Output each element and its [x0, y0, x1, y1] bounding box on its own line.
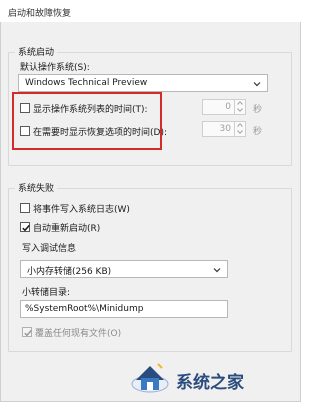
chevron-down-icon: [213, 268, 221, 273]
spin-up-icon[interactable]: [236, 122, 244, 128]
overwrite-label: 覆盖任何现有文件(O): [35, 329, 122, 339]
spin-down-icon[interactable]: [236, 107, 244, 113]
system-failure-legend: 系统失败: [15, 181, 58, 194]
overwrite-checkbox[interactable]: [22, 327, 32, 337]
show-os-list-seconds-value: 0: [225, 102, 231, 112]
debug-info-select[interactable]: 小内存转储(256 KB): [20, 260, 228, 278]
default-os-label: 默认操作系统(S):: [20, 63, 90, 73]
watermark-logo: 系统之家: [128, 356, 298, 400]
auto-restart-checkbox[interactable]: [20, 222, 30, 232]
spinner-buttons: [234, 122, 245, 136]
debug-info-value: 小内存转储(256 KB): [27, 267, 112, 277]
show-os-list-seconds-spinner[interactable]: 0: [202, 99, 246, 115]
chevron-down-icon: [253, 82, 261, 87]
show-recovery-seconds-value: 30: [219, 124, 231, 134]
checkmark-icon: [22, 224, 30, 232]
watermark-text: 系统之家: [176, 373, 244, 393]
title-bar: 启动和故障恢复: [0, 0, 300, 23]
house-logo-icon: [131, 363, 169, 393]
window-title: 启动和故障恢复: [8, 9, 72, 19]
default-os-select[interactable]: Windows Technical Preview: [18, 74, 268, 92]
show-os-list-seconds-unit: 秒: [253, 105, 263, 115]
write-event-label: 将事件写入系统日志(W): [33, 205, 130, 215]
default-os-value: Windows Technical Preview: [25, 78, 148, 88]
spin-up-icon[interactable]: [236, 100, 244, 106]
spinner-buttons: [234, 100, 245, 114]
auto-restart-label: 自动重新启动(R): [33, 224, 101, 234]
dump-dir-label: 小转储目录:: [22, 288, 71, 298]
write-event-checkbox[interactable]: [20, 203, 30, 213]
dump-dir-input[interactable]: %SystemRoot%\Minidump: [20, 300, 228, 318]
show-recovery-seconds-spinner[interactable]: 30: [202, 121, 246, 137]
spin-down-icon[interactable]: [236, 129, 244, 135]
debug-info-label: 写入调试信息: [22, 244, 77, 254]
annotation-highlight-box: [12, 92, 162, 150]
checkmark-icon: [24, 329, 32, 337]
show-recovery-seconds-unit: 秒: [253, 127, 263, 137]
system-startup-legend: 系统启动: [15, 45, 58, 58]
dump-dir-value: %SystemRoot%\Minidump: [25, 304, 144, 314]
